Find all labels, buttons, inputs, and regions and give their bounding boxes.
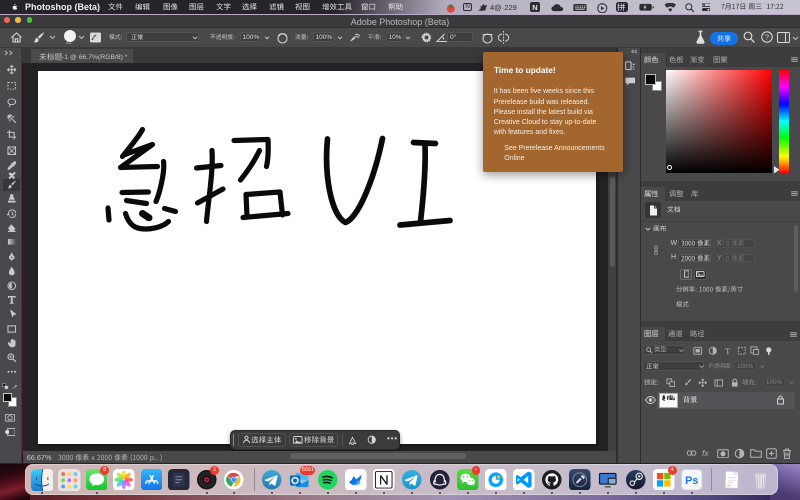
svg-text:T: T <box>725 346 731 356</box>
svg-text:5: 5 <box>632 65 635 70</box>
svg-text:Ps: Ps <box>685 475 698 487</box>
svg-text:?: ? <box>765 33 769 42</box>
